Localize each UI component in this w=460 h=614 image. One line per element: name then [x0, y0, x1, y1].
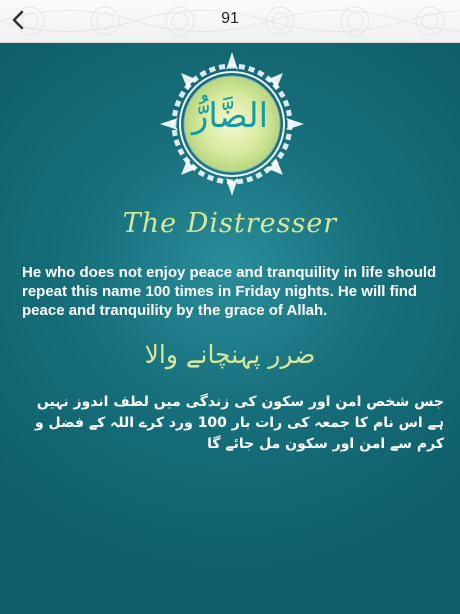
english-description: He who does not enjoy peace and tranquil…: [22, 264, 437, 319]
urdu-description: جس شخص امن اور سکون کی زندگی میں لطف اند…: [34, 394, 444, 452]
arabic-name: الضَّارُّ: [191, 96, 269, 136]
chevron-left-icon: [12, 10, 24, 30]
back-button[interactable]: [6, 6, 32, 34]
english-title: The Distresser: [122, 208, 338, 239]
urdu-title: ضرر پہنچانے والا: [144, 340, 316, 369]
page-number: 91: [221, 10, 239, 27]
top-bar: 91: [0, 0, 460, 43]
